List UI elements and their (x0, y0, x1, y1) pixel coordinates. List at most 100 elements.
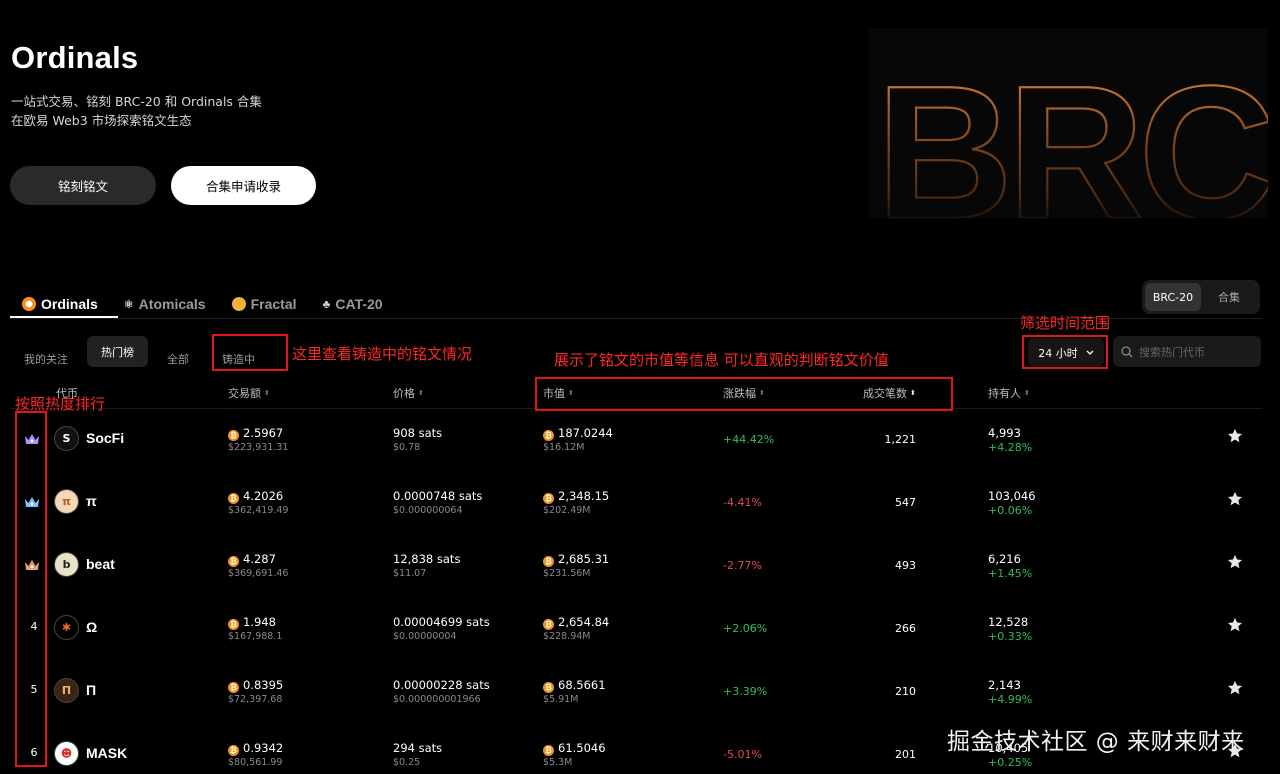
table-row[interactable]: S SocFi ₿ 2.5967 $223,931.31 908 sats $0.… (10, 409, 1262, 472)
table-row[interactable]: b beat ₿ 4.287 $369,691.46 12,838 sats $1… (10, 535, 1262, 598)
mcap-usd: $5.91M (543, 694, 579, 705)
btc-icon: ₿ (543, 556, 554, 567)
annotation-time-note: 筛选时间范围 (1020, 314, 1111, 332)
sort-icon: ⬍ (418, 388, 424, 397)
btc-icon: ₿ (543, 493, 554, 504)
holder-change: +0.33% (988, 630, 1033, 643)
table-row[interactable]: 5 Π Π ₿ 0.8395 $72,397.68 0.00000228 sats… (10, 661, 1262, 724)
search-placeholder: 搜索热门代币 (1139, 345, 1205, 359)
col-price[interactable]: 价格 ⬍ (393, 385, 424, 401)
price-usd: $0.00000004 (393, 631, 457, 642)
btc-icon: ₿ (228, 556, 239, 567)
annotation-box-time (1022, 335, 1108, 369)
apply-collection-button[interactable]: 合集申请收录 (171, 166, 316, 205)
price-sats: 0.00000228 sats (393, 678, 490, 692)
price-sats: 0.0000748 sats (393, 489, 483, 503)
price-change: -5.01% (723, 748, 762, 761)
holder-count: 6,216 (988, 552, 1021, 566)
table-row[interactable]: π π ₿ 4.2026 $362,419.49 0.0000748 sats $… (10, 472, 1262, 535)
volume-btc: ₿ 0.9342 (228, 741, 283, 756)
inscribe-button[interactable]: 铭刻铭文 (10, 166, 156, 205)
mcap-usd: $231.56M (543, 568, 591, 579)
ordinals-icon (22, 297, 36, 311)
btc-icon: ₿ (543, 430, 554, 441)
price-usd: $0.000000064 (393, 505, 463, 516)
token-name[interactable]: MASK (86, 745, 127, 761)
star-icon[interactable] (1226, 679, 1244, 697)
filter-hot[interactable]: 热门榜 (87, 336, 148, 367)
fractal-icon (231, 297, 246, 311)
tab-fractal[interactable]: Fractal (220, 290, 311, 318)
txn-count: 493 (895, 559, 916, 572)
token-name[interactable]: Ω (86, 619, 97, 635)
tab-label: Atomicals (138, 296, 206, 312)
price-change: +2.06% (723, 622, 768, 635)
annotation-minting-note: 这里查看铸造中的铭文情况 (292, 345, 473, 363)
txn-count: 547 (895, 496, 916, 509)
price-usd: $0.000000001966 (393, 694, 481, 705)
atomicals-icon: ⚛ (123, 298, 134, 311)
mcap-usd: $202.49M (543, 505, 591, 516)
segment-brc20[interactable]: BRC-20 (1145, 283, 1201, 311)
star-icon[interactable] (1226, 616, 1244, 634)
holder-count: 103,046 (988, 489, 1036, 503)
price-change: -2.77% (723, 559, 762, 572)
token-name[interactable]: SocFi (86, 430, 124, 446)
price-usd: $0.25 (393, 757, 421, 768)
search-input[interactable]: 搜索热门代币 (1113, 336, 1261, 367)
holder-change: +1.45% (988, 567, 1033, 580)
token-avatar: b (54, 552, 79, 577)
star-icon[interactable] (1226, 427, 1244, 445)
tab-atomicals[interactable]: ⚛ Atomicals (112, 290, 220, 318)
brc-art-text: BRC (876, 47, 1268, 218)
cat20-icon: ♣ (322, 297, 331, 311)
tab-label: Ordinals (41, 296, 98, 312)
txn-count: 210 (895, 685, 916, 698)
mcap-btc: ₿ 2,685.31 (543, 552, 609, 567)
btc-icon: ₿ (228, 619, 239, 630)
btc-icon: ₿ (543, 682, 554, 693)
annotation-box-minting (212, 334, 288, 371)
filter-all[interactable]: 全部 (167, 351, 189, 367)
token-avatar: ☻ (54, 741, 79, 766)
mcap-btc: ₿ 61.5046 (543, 741, 606, 756)
sort-icon: ⬍ (1024, 388, 1030, 397)
star-icon[interactable] (1226, 553, 1244, 571)
volume-usd: $369,691.46 (228, 568, 289, 579)
volume-usd: $223,931.31 (228, 442, 289, 453)
token-avatar: Π (54, 678, 79, 703)
btc-icon: ₿ (543, 745, 554, 756)
token-name[interactable]: Π (86, 682, 96, 698)
tab-label: CAT-20 (335, 296, 383, 312)
col-volume[interactable]: 交易额 ⬍ (228, 385, 270, 401)
volume-usd: $362,419.49 (228, 505, 289, 516)
segment-collection[interactable]: 合集 (1201, 283, 1257, 311)
tab-label: Fractal (250, 296, 297, 312)
annotation-box-market (535, 377, 953, 411)
tab-cat20[interactable]: ♣ CAT-20 (311, 290, 397, 318)
brc20-collection-toggle: BRC-20 合集 (1142, 280, 1260, 314)
price-usd: $0.78 (393, 442, 421, 453)
btc-icon: ₿ (543, 619, 554, 630)
page-title: Ordinals (11, 40, 139, 75)
token-avatar: π (54, 489, 79, 514)
mcap-usd: $5.3M (543, 757, 573, 768)
tab-ordinals[interactable]: Ordinals (10, 290, 112, 318)
token-name[interactable]: beat (86, 556, 115, 572)
holder-change: +4.99% (988, 693, 1033, 706)
holder-count: 2,143 (988, 678, 1021, 692)
annotation-market-note: 展示了铭文的市值等信息 可以直观的判断铭文价值 (554, 351, 889, 369)
holder-count: 12,528 (988, 615, 1029, 629)
btc-icon: ₿ (228, 430, 239, 441)
token-name[interactable]: π (86, 493, 97, 509)
filter-following[interactable]: 我的关注 (24, 351, 68, 367)
price-sats: 0.00004699 sats (393, 615, 490, 629)
star-icon[interactable] (1226, 490, 1244, 508)
table-row[interactable]: 4 ✱ Ω ₿ 1.948 $167,988.1 0.00004699 sats … (10, 598, 1262, 661)
search-icon (1121, 345, 1133, 357)
txn-count: 266 (895, 622, 916, 635)
col-holders[interactable]: 持有人 ⬍ (988, 385, 1030, 401)
hero-subtitle-2: 在欧易 Web3 市场探索铭文生态 (11, 113, 192, 128)
txn-count: 201 (895, 748, 916, 761)
btc-icon: ₿ (228, 493, 239, 504)
